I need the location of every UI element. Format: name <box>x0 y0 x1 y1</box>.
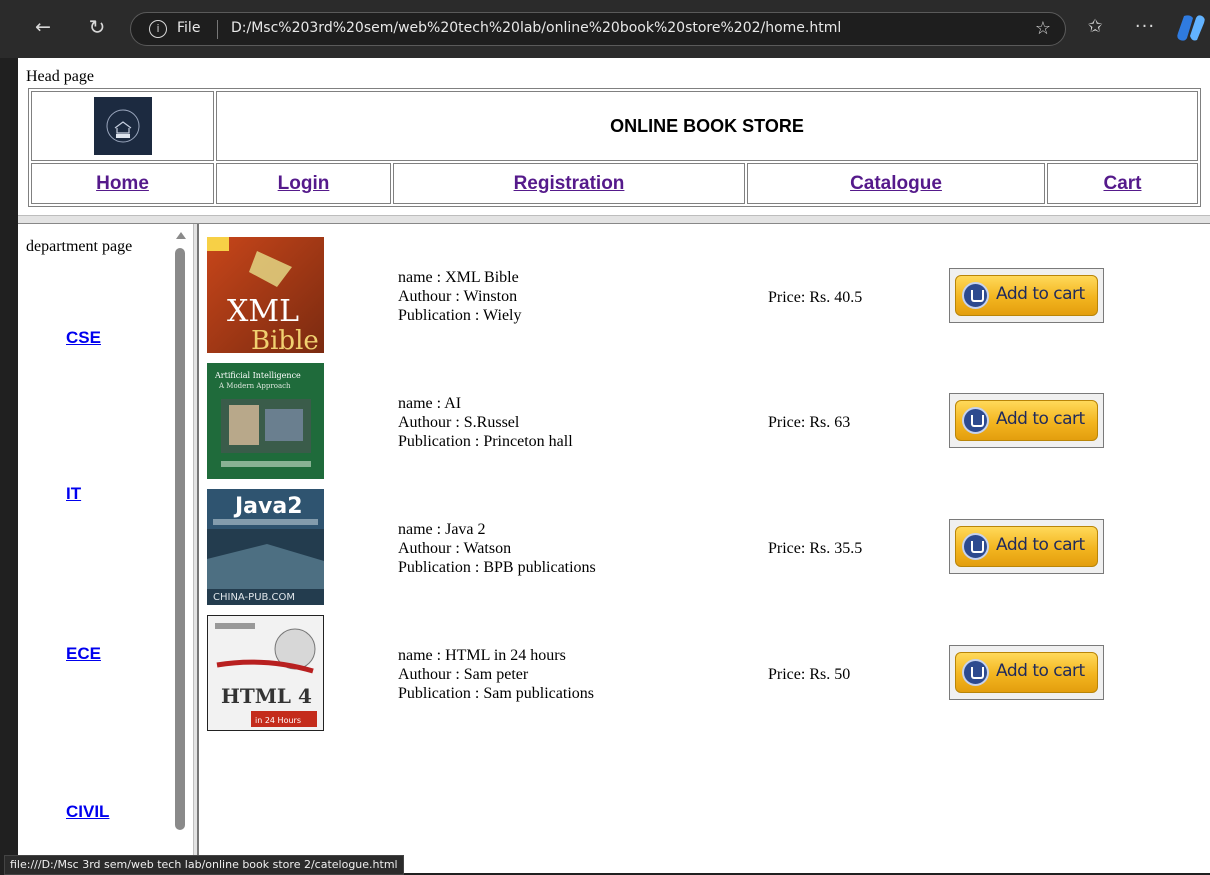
book-details: name : AI Authour : S.Russel Publication… <box>398 394 573 451</box>
svg-text:Bible: Bible <box>251 326 319 353</box>
back-icon[interactable]: ← <box>30 14 56 40</box>
header-table: ONLINE BOOK STORE Home Login Registratio… <box>28 88 1201 207</box>
svg-text:Artificial Intelligence: Artificial Intelligence <box>214 371 301 380</box>
add-to-cart-button[interactable]: Add to cart <box>949 645 1104 700</box>
scroll-up-arrow-icon[interactable] <box>176 232 186 239</box>
svg-text:A Modern Approach: A Modern Approach <box>218 382 291 390</box>
department-link-cse[interactable]: CSE <box>66 328 101 348</box>
book-cover-image: XML Bible <box>207 237 324 353</box>
book-name: name : Java 2 <box>398 521 486 538</box>
book-row: HTML 4 in 24 Hours name : HTML in 24 hou… <box>199 615 1210 733</box>
department-frame: department page CSE IT ECE CIVIL <box>18 224 193 873</box>
browser-toolbar: ← ↻ i File D:/Msc%203rd%20sem/web%20tech… <box>0 0 1210 58</box>
cart-icon <box>962 533 989 560</box>
nav-link-home[interactable]: Home <box>96 173 149 194</box>
nav-cell-home: Home <box>31 163 214 204</box>
cart-icon <box>962 659 989 686</box>
book-price: Price: Rs. 63 <box>768 414 851 431</box>
book-row: Artificial Intelligence A Modern Approac… <box>199 363 1210 481</box>
logo-cell <box>31 91 214 161</box>
book-row: XML Bible name : XML Bible Authour : Win… <box>199 237 1210 355</box>
svg-text:XML: XML <box>227 294 299 329</box>
nav-cell-catalogue: Catalogue <box>747 163 1045 204</box>
svg-text:in 24 Hours: in 24 Hours <box>255 716 301 725</box>
book-cover-image: HTML 4 in 24 Hours <box>207 615 324 731</box>
info-icon[interactable]: i <box>149 20 167 38</box>
url-text[interactable]: D:/Msc%203rd%20sem/web%20tech%20lab/onli… <box>231 20 841 36</box>
favorites-icon[interactable]: ✩ <box>1082 14 1108 40</box>
department-link-ece[interactable]: ECE <box>66 644 101 664</box>
star-icon[interactable]: ☆ <box>1035 18 1051 39</box>
address-bar[interactable]: i File D:/Msc%203rd%20sem/web%20tech%20l… <box>130 12 1066 46</box>
book-author: Authour : Winston <box>398 288 518 305</box>
book-name: name : XML Bible <box>398 269 519 286</box>
book-details: name : HTML in 24 hours Authour : Sam pe… <box>398 646 594 703</box>
nav-cell-login: Login <box>216 163 391 204</box>
book-author: Authour : Sam peter <box>398 666 529 683</box>
book-details: name : Java 2 Authour : Watson Publicati… <box>398 520 596 577</box>
nav-link-login[interactable]: Login <box>278 173 330 194</box>
book-publication: Publication : BPB publications <box>398 559 596 576</box>
department-scrollbar[interactable] <box>171 224 193 873</box>
status-bar-link-preview: file:///D:/Msc 3rd sem/web tech lab/onli… <box>4 855 404 875</box>
scroll-thumb[interactable] <box>175 248 185 830</box>
book-publication: Publication : Princeton hall <box>398 433 573 450</box>
book-cover-image: Artificial Intelligence A Modern Approac… <box>207 363 324 479</box>
nav-cell-registration: Registration <box>393 163 745 204</box>
book-name: name : HTML in 24 hours <box>398 647 566 664</box>
nav-cell-cart: Cart <box>1047 163 1198 204</box>
nav-link-catalogue[interactable]: Catalogue <box>850 173 942 194</box>
reload-icon[interactable]: ↻ <box>84 14 110 40</box>
book-price: Price: Rs. 35.5 <box>768 540 863 557</box>
address-separator <box>217 20 218 39</box>
svg-text:CHINA-PUB.COM: CHINA-PUB.COM <box>213 592 295 603</box>
department-frame-title: department page <box>26 238 133 255</box>
book-author: Authour : S.Russel <box>398 414 520 431</box>
nav-link-cart[interactable]: Cart <box>1103 173 1141 194</box>
catalogue-frame: XML Bible name : XML Bible Authour : Win… <box>199 224 1210 873</box>
head-frame: Head page ONLINE BOOK STORE Home Login R… <box>18 58 1210 215</box>
more-icon[interactable]: ··· <box>1132 14 1158 40</box>
page-viewport: Head page ONLINE BOOK STORE Home Login R… <box>18 58 1210 873</box>
copilot-icon[interactable] <box>1176 14 1206 42</box>
book-cover-image: Java2 CHINA-PUB.COM <box>207 489 324 605</box>
book-details: name : XML Bible Authour : Winston Publi… <box>398 268 522 325</box>
book-row: Java2 CHINA-PUB.COM name : Java 2 Authou… <box>199 489 1210 607</box>
book-price: Price: Rs. 50 <box>768 666 851 683</box>
svg-text:HTML 4: HTML 4 <box>221 684 312 708</box>
book-publication: Publication : Sam publications <box>398 685 594 702</box>
book-author: Authour : Watson <box>398 540 512 557</box>
book-publication: Publication : Wiely <box>398 307 522 324</box>
head-frame-title: Head page <box>26 68 94 85</box>
add-to-cart-button[interactable]: Add to cart <box>949 393 1104 448</box>
book-name: name : AI <box>398 395 462 412</box>
department-link-it[interactable]: IT <box>66 484 81 504</box>
add-to-cart-button[interactable]: Add to cart <box>949 268 1104 323</box>
file-label: File <box>177 20 201 36</box>
store-logo <box>93 97 152 155</box>
cart-icon <box>962 282 989 309</box>
store-title: ONLINE BOOK STORE <box>216 91 1198 161</box>
cart-icon <box>962 407 989 434</box>
department-link-civil[interactable]: CIVIL <box>66 802 109 822</box>
nav-link-registration[interactable]: Registration <box>514 173 625 194</box>
frame-resize-handle-horizontal[interactable] <box>18 215 1210 224</box>
book-price: Price: Rs. 40.5 <box>768 289 863 306</box>
add-to-cart-button[interactable]: Add to cart <box>949 519 1104 574</box>
svg-text:Java2: Java2 <box>233 494 303 519</box>
